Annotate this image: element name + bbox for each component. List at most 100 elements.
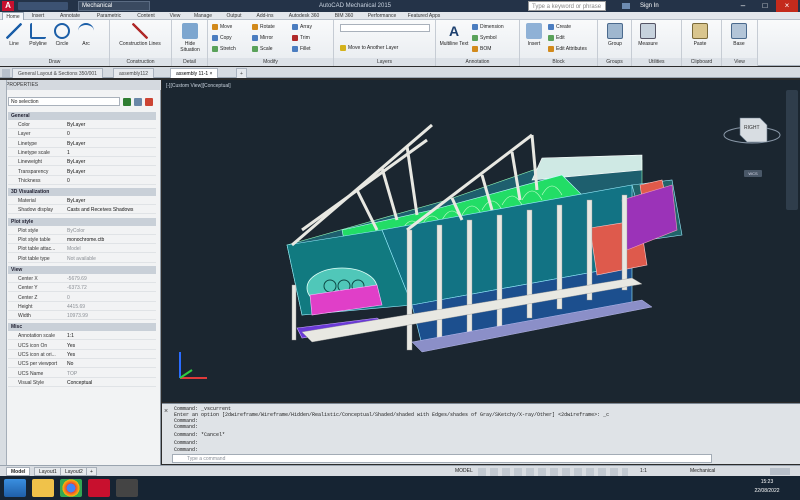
view-panel-label[interactable]: View <box>722 58 757 66</box>
property-row[interactable]: Annotation scale 1:1 <box>8 332 156 341</box>
ribbon-tab[interactable]: Parametric <box>90 12 128 20</box>
viewcube-face-label[interactable]: RIGHT <box>744 125 760 131</box>
hide-situation-tool[interactable]: Hide Situation <box>176 23 204 53</box>
new-tab-button[interactable]: + <box>236 68 247 78</box>
property-row[interactable]: Plot table type Not available <box>8 255 156 263</box>
section-misc[interactable]: Misc <box>8 323 156 332</box>
ribbon-tab[interactable]: BIM 360 <box>328 12 360 20</box>
property-row[interactable]: Plot style ByColor <box>8 227 156 235</box>
bom-button[interactable]: BOM <box>472 45 491 54</box>
property-row[interactable]: Layer 0 <box>8 130 156 139</box>
ribbon-tab[interactable]: Annotate <box>52 12 88 20</box>
multiline-text-tool[interactable]: A Multiline Text <box>439 23 469 47</box>
close-command-icon[interactable]: × <box>164 408 171 415</box>
measure-tool[interactable]: Measure <box>636 23 660 47</box>
quick-access-toolbar[interactable] <box>18 2 68 10</box>
fillet-button[interactable]: Fillet <box>292 45 311 54</box>
modify-panel-label[interactable]: Modify <box>208 58 333 66</box>
layers-panel-label[interactable]: Layers <box>334 58 435 66</box>
minimize-button[interactable]: – <box>732 0 754 12</box>
property-row[interactable]: Material ByLayer <box>8 197 156 206</box>
property-row[interactable]: Plot table attac... Model <box>8 245 156 254</box>
circle-tool[interactable]: Circle <box>50 23 74 47</box>
section-general[interactable]: General <box>8 112 156 120</box>
polyline-tool[interactable]: Polyline <box>26 23 50 47</box>
edit-attributes-button[interactable]: Edit Attributes <box>548 45 587 54</box>
customize-icon[interactable] <box>770 468 790 475</box>
construction-panel-label[interactable]: Construction <box>110 58 171 66</box>
select-objects-icon[interactable] <box>134 98 142 106</box>
edit-block-button[interactable]: Edit <box>548 34 565 43</box>
property-row[interactable]: Width 10973.99 <box>8 312 156 321</box>
detail-panel-label[interactable]: Detail <box>172 58 207 66</box>
property-row[interactable]: Visual Style Conceptual <box>8 379 156 387</box>
create-block-button[interactable]: Create <box>548 23 571 32</box>
pickadd-icon[interactable] <box>145 98 153 106</box>
file-menu-icon[interactable] <box>2 69 10 77</box>
doc-tab-assembly112[interactable]: assembly112 <box>113 68 155 78</box>
property-row[interactable]: UCS icon at ori... Yes <box>8 351 156 359</box>
workspace-select[interactable]: Mechanical <box>78 1 150 11</box>
symbol-button[interactable]: Symbol <box>472 34 497 43</box>
annotation-panel-label[interactable]: Annotation <box>436 58 519 66</box>
line-tool[interactable]: Line <box>2 23 26 47</box>
property-row[interactable]: Center Z 0 <box>8 294 156 302</box>
chrome-icon[interactable] <box>60 479 82 497</box>
property-row[interactable]: Color ByLayer <box>8 121 156 129</box>
properties-side-strip[interactable] <box>0 80 7 465</box>
mirror-button[interactable]: Mirror <box>252 34 273 43</box>
autocad-taskbar-icon[interactable] <box>88 479 110 497</box>
stretch-button[interactable]: Stretch <box>212 45 236 54</box>
ribbon-tab[interactable]: Insert <box>26 12 50 20</box>
ribbon-tab[interactable]: Featured Apps <box>404 12 444 20</box>
property-row[interactable]: UCS icon On Yes <box>8 342 156 350</box>
copy-button[interactable]: Copy <box>212 34 232 43</box>
dimension-button[interactable]: Dimension <box>472 23 504 32</box>
ribbon-tab[interactable]: View <box>164 12 186 20</box>
move-to-layer-button[interactable]: Move to Another Layer <box>340 44 398 53</box>
block-panel-label[interactable]: Block <box>520 58 597 66</box>
array-button[interactable]: Array <box>292 23 312 32</box>
app-taskbar-icon[interactable] <box>116 479 138 497</box>
add-layout-button[interactable]: + <box>86 467 97 476</box>
clipboard-panel-label[interactable]: Clipboard <box>682 58 721 66</box>
property-row[interactable]: Linetype ByLayer <box>8 140 156 148</box>
section-plot[interactable]: Plot style <box>8 217 156 226</box>
section-view[interactable]: View <box>8 265 156 274</box>
paste-tool[interactable]: Paste <box>688 23 712 47</box>
search-input[interactable]: Type a keyword or phrase <box>528 1 606 11</box>
groups-panel-label[interactable]: Groups <box>598 58 631 66</box>
file-explorer-icon[interactable] <box>32 479 54 497</box>
doc-tab-general-layout[interactable]: General Layout & Sections 350/001 <box>12 68 103 78</box>
arc-tool[interactable]: Arc <box>74 23 98 47</box>
layout1-tab[interactable]: Layout1 <box>34 467 62 476</box>
property-row[interactable]: Linetype scale 1 <box>8 149 156 157</box>
ribbon-tab[interactable]: Manage <box>188 12 218 20</box>
base-view-tool[interactable]: Base <box>727 23 751 47</box>
property-row[interactable]: Center X -5679.69 <box>8 275 156 283</box>
system-clock[interactable]: 15:23 22/08/2022 <box>744 478 790 496</box>
scale-button[interactable]: Scale <box>252 45 273 54</box>
layout2-tab[interactable]: Layout2 <box>60 467 88 476</box>
model-tab[interactable]: Model <box>6 467 31 476</box>
doc-tab-assembly-11-1[interactable]: assembly 11-1 × <box>170 68 219 78</box>
model-space-toggle[interactable]: MODEL <box>455 467 473 476</box>
group-tool[interactable]: Group <box>603 23 627 47</box>
rotate-button[interactable]: Rotate <box>252 23 275 32</box>
section-viz[interactable]: 3D Visualization <box>8 188 156 197</box>
quick-select-icon[interactable] <box>123 98 131 106</box>
start-button-icon[interactable] <box>4 479 26 497</box>
property-row[interactable]: Shadow display Casts and Receives Shadows <box>8 206 156 215</box>
wcs-menu[interactable]: WCS <box>744 170 762 177</box>
ribbon-tab[interactable]: Content <box>130 12 162 20</box>
maximize-button[interactable]: □ <box>754 0 776 12</box>
trim-button[interactable]: Trim <box>292 34 310 43</box>
property-row[interactable]: Transparency ByLayer <box>8 168 156 176</box>
annotation-scale[interactable]: 1:1 <box>640 467 647 476</box>
utilities-panel-label[interactable]: Utilities <box>632 58 681 66</box>
sign-in-link[interactable]: Sign In <box>640 0 659 12</box>
layer-select[interactable] <box>340 24 430 32</box>
drawing-viewport[interactable]: RIGHT WCS <box>162 80 800 402</box>
construction-lines-tool[interactable]: Construction Lines <box>118 23 162 47</box>
ribbon-tab[interactable]: Performance <box>362 12 402 20</box>
